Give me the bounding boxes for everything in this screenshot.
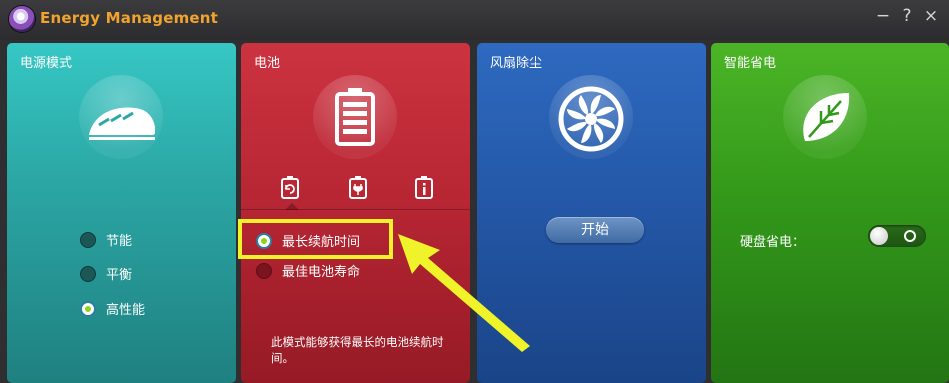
panel-title: 智能省电 [724,56,777,71]
option-balanced[interactable]: 平衡 [80,264,132,283]
app-title: Energy Management [40,9,219,27]
battery-info-icon[interactable] [413,175,435,199]
minimize-button[interactable]: − [873,5,893,27]
fan-hero [549,75,633,159]
option-best-battery-life[interactable]: 最佳电池寿命 [256,261,360,280]
close-button[interactable]: × [921,5,941,27]
power-hero [79,75,163,159]
battery-plug-icon[interactable] [347,175,369,199]
disk-saving-label: 硬盘省电： [740,235,806,250]
option-label: 节能 [106,234,133,249]
option-label: 平衡 [106,268,133,283]
battery-cycle-icon[interactable] [279,175,301,199]
app-logo-icon [9,6,35,32]
annotation-arrow-icon [398,234,530,352]
eco-hero [783,75,867,159]
option-label: 最佳电池寿命 [282,265,361,280]
radio-button-selected[interactable] [80,300,96,317]
help-button[interactable]: ? [897,5,917,27]
annotation-highlight-box [238,219,393,259]
option-high-performance[interactable]: 高性能 [80,299,145,318]
bullet-train-icon [89,107,155,140]
battery-icon [335,88,375,146]
option-label: 高性能 [106,303,146,318]
title-bar: Energy Management − ? × [0,0,949,40]
window-controls: − ? × [873,5,941,27]
radio-button[interactable] [80,265,96,282]
battery-tabs [241,171,470,207]
start-button[interactable]: 开始 [546,217,644,243]
disk-saving-toggle[interactable] [868,225,926,247]
divider [241,209,470,210]
leaf-icon [803,93,850,141]
panel-title: 电池 [254,56,281,71]
radio-button[interactable] [256,262,272,279]
toggle-off-icon [904,230,916,242]
battery-hero [313,75,397,159]
panel-title: 电源模式 [20,56,73,71]
panel-title: 风扇除尘 [490,56,543,71]
fan-icon [558,86,624,152]
radio-button[interactable] [80,231,96,248]
smart-power-panel: 智能省电 硬盘省电： [711,43,949,383]
power-mode-panel: 电源模式 节能 平衡 高性能 [7,43,236,383]
toggle-knob[interactable] [870,227,888,245]
option-energy-saving[interactable]: 节能 [80,230,132,249]
